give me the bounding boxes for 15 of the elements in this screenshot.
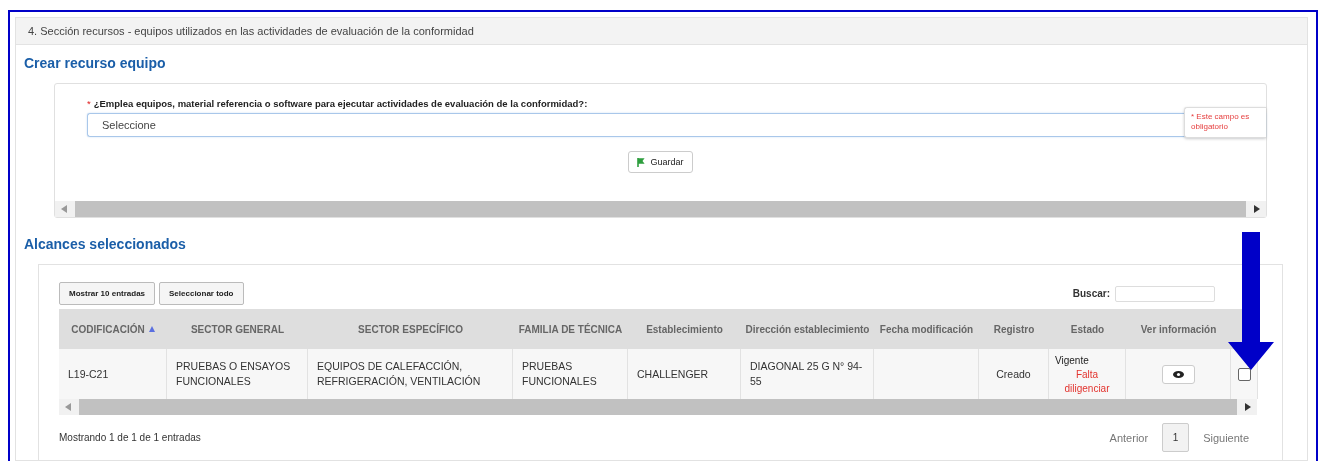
section-title: 4. Sección recursos - equipos utilizados en las actividades de evaluación de la conformidad	[16, 18, 1307, 45]
table-cell: PRUEBAS FUNCIONALES	[513, 349, 628, 399]
section-heading: Alcances seleccionados	[24, 236, 187, 252]
search-label: Buscar:	[1072, 288, 1110, 299]
table-cell: CHALLENGER	[628, 349, 741, 399]
table-cell: DIAGONAL 25 G N° 94-55	[741, 349, 874, 399]
field-label: * ¿Emplea equipos, material referencia o software para ejecutar actividades de evaluación de la conformidad?:	[87, 98, 589, 109]
table-cell: PRUEBAS O ENSAYOS FUNCIONALES	[167, 349, 308, 399]
table-info: Mostrando 1 de 1 de 1 entradas	[59, 432, 201, 443]
table-cell: L19-C21	[59, 349, 167, 399]
section-heading: Crear recurso equipo	[24, 55, 167, 71]
table-cell: Creado	[979, 349, 1049, 399]
error-tooltip: * Este campo es obligatorio	[1184, 107, 1266, 138]
table-cell: EQUIPOS DE CALEFACCIÓN, REFRIGERACIÓN, VENTILACIÓN	[308, 349, 513, 399]
status-cell: Vigente Falta diligenciar	[1049, 349, 1126, 399]
